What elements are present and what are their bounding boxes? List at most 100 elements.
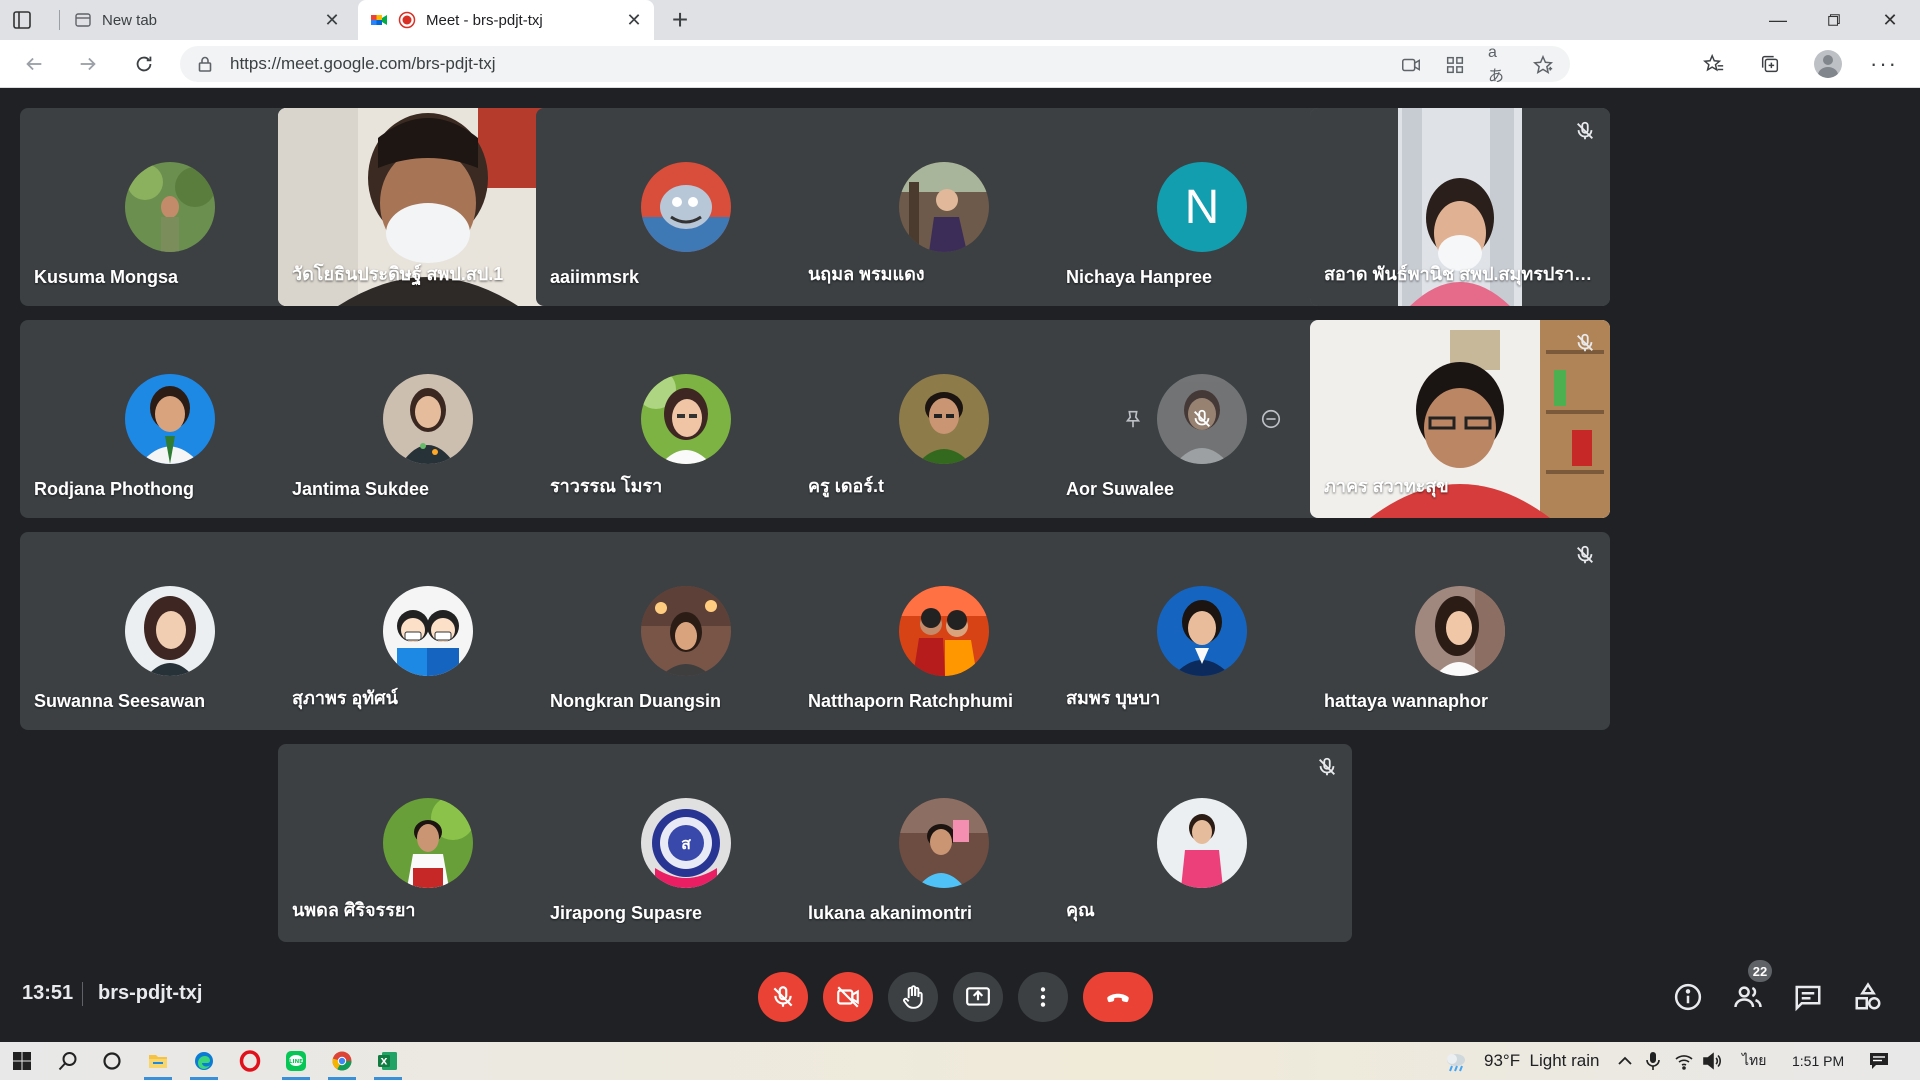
toggle-camera-button[interactable] xyxy=(823,972,873,1022)
participant-tile[interactable]: สอาด พันธ์พานิช สพป.สมุทรปราก... xyxy=(1310,108,1610,306)
participant-grid: Kusuma Mongsa ••• วัดโยธินประดิษฐ์ สพป.ส… xyxy=(20,108,1900,944)
chevron-up-icon[interactable] xyxy=(1616,1052,1634,1070)
participant-tile[interactable]: ราวรรณ โมรา xyxy=(536,320,836,518)
cortana-button[interactable] xyxy=(90,1042,134,1080)
people-icon[interactable] xyxy=(1730,979,1766,1015)
participant-tile[interactable]: ครู เดอร์.t xyxy=(794,320,1094,518)
read-aloud-icon[interactable]: aあ xyxy=(1488,44,1510,85)
more-options-button[interactable] xyxy=(1018,972,1068,1022)
present-screen-button[interactable] xyxy=(953,972,1003,1022)
tab-meet[interactable]: Meet - brs-pdjt-txj ✕ xyxy=(358,0,654,40)
participant-tile[interactable]: สมพร บุษบา xyxy=(1052,532,1352,730)
volume-icon[interactable] xyxy=(1702,1051,1722,1071)
back-arrow-icon[interactable] xyxy=(18,48,50,80)
raise-hand-button[interactable] xyxy=(888,972,938,1022)
svg-text:X: X xyxy=(381,1058,388,1068)
meeting-details-icon[interactable] xyxy=(1670,979,1706,1015)
participant-tile[interactable]: ภาคร สวาทะสุข xyxy=(1310,320,1610,518)
activities-icon[interactable] xyxy=(1850,979,1886,1015)
mic-off-icon xyxy=(1574,544,1596,566)
lock-icon[interactable] xyxy=(196,55,214,73)
weather-icon[interactable] xyxy=(1444,1050,1468,1072)
participant-name: lukana akanimontri xyxy=(808,903,973,923)
participant-name: Kusuma Mongsa xyxy=(34,267,179,287)
profile-avatar[interactable] xyxy=(1812,48,1844,80)
url-text: https://meet.google.com/brs-pdjt-txj xyxy=(230,54,496,73)
participant-name: Aor Suwalee xyxy=(1066,479,1175,499)
tab-actions-icon[interactable] xyxy=(10,8,34,32)
participant-tile[interactable]: ส Jirapong Supasre xyxy=(536,744,836,942)
leave-call-button[interactable] xyxy=(1083,972,1153,1022)
start-button[interactable] xyxy=(0,1042,44,1080)
participant-avatar xyxy=(1157,798,1247,888)
participant-tile[interactable]: Kusuma Mongsa xyxy=(20,108,320,306)
input-language[interactable]: ไทย xyxy=(1742,1042,1766,1080)
participant-tile[interactable]: นพดล ศิริจรรยา xyxy=(278,744,578,942)
participant-tile[interactable]: สุภาพร อุทัศน์ xyxy=(278,532,578,730)
add-favorite-star-icon[interactable] xyxy=(1532,54,1554,76)
participant-tile[interactable]: aaiimmsrk xyxy=(536,108,836,306)
hang-up-icon xyxy=(1105,984,1131,1010)
participant-tile[interactable]: คุณ xyxy=(1052,744,1352,942)
participant-tile[interactable]: hattaya wannaphor xyxy=(1310,532,1610,730)
recording-icon xyxy=(398,11,416,29)
participant-tile[interactable]: ••• วัดโยธินประดิษฐ์ สพป.สป.1 xyxy=(278,108,578,306)
restore-window-button[interactable] xyxy=(1806,0,1862,40)
browser-tab-strip: New tab ✕ Meet - brs-pdjt-txj ✕ + — ✕ xyxy=(0,0,1920,40)
participant-tile[interactable]: Suwanna Seesawan xyxy=(20,532,320,730)
favorites-icon[interactable] xyxy=(1698,48,1730,80)
minimize-window-button[interactable]: — xyxy=(1750,0,1806,40)
weather-text[interactable]: 93°F Light rain xyxy=(1484,1042,1599,1080)
taskbar-edge[interactable] xyxy=(182,1042,226,1080)
microphone-tray-icon[interactable] xyxy=(1644,1051,1662,1071)
pin-icon[interactable] xyxy=(1122,408,1144,430)
toggle-microphone-button[interactable] xyxy=(758,972,808,1022)
mic-off-icon xyxy=(1574,120,1596,142)
meeting-code: brs-pdjt-txj xyxy=(98,982,203,1004)
participant-tile[interactable]: Rodjana Phothong xyxy=(20,320,320,518)
wifi-icon[interactable] xyxy=(1674,1051,1694,1071)
chat-icon[interactable] xyxy=(1790,979,1826,1015)
edge-icon xyxy=(193,1050,215,1072)
line-app-icon: LINE xyxy=(285,1050,307,1072)
forward-arrow-icon[interactable] xyxy=(72,48,104,80)
apps-grid-icon[interactable] xyxy=(1444,54,1466,76)
participant-tile[interactable]: N Nichaya Hanpree xyxy=(1052,108,1352,306)
participant-tile[interactable]: Natthaporn Ratchphumi xyxy=(794,532,1094,730)
remove-participant-icon[interactable] xyxy=(1260,408,1282,430)
participant-avatar xyxy=(899,162,989,252)
present-screen-icon xyxy=(965,984,991,1010)
collections-icon[interactable] xyxy=(1754,48,1786,80)
taskbar-file-explorer[interactable] xyxy=(136,1042,180,1080)
divider xyxy=(82,982,83,1006)
taskbar-line[interactable]: LINE xyxy=(274,1042,318,1080)
participant-tile[interactable]: Aor Suwalee xyxy=(1052,320,1352,518)
notifications-icon[interactable] xyxy=(1868,1051,1890,1071)
settings-more-icon[interactable]: ··· xyxy=(1868,48,1900,80)
participant-name: Jantima Sukdee xyxy=(292,479,430,499)
close-window-button[interactable]: ✕ xyxy=(1862,0,1918,40)
system-clock[interactable]: 1:51 PM xyxy=(1792,1042,1844,1080)
participant-tile[interactable]: Jantima Sukdee xyxy=(278,320,578,518)
tab-new-tab[interactable]: New tab ✕ xyxy=(62,0,352,40)
participant-name: นพดล ศิริจรรยา xyxy=(292,900,416,920)
camera-in-use-icon[interactable] xyxy=(1400,54,1422,76)
participant-count-badge: 22 xyxy=(1748,960,1772,982)
new-tab-button[interactable]: + xyxy=(664,4,696,36)
taskbar-chrome[interactable] xyxy=(320,1042,364,1080)
participant-tile[interactable]: lukana akanimontri xyxy=(794,744,1094,942)
browser-toolbar: https://meet.google.com/brs-pdjt-txj aあ … xyxy=(0,40,1920,88)
taskbar-opera[interactable] xyxy=(228,1042,272,1080)
camera-off-icon xyxy=(835,984,861,1010)
participant-tile[interactable]: นฤมล พรมแดง xyxy=(794,108,1094,306)
participant-tile[interactable]: Nongkran Duangsin xyxy=(536,532,836,730)
close-tab-icon[interactable]: ✕ xyxy=(620,6,648,34)
mute-participant-icon[interactable] xyxy=(1191,408,1213,430)
address-bar[interactable]: https://meet.google.com/brs-pdjt-txj aあ xyxy=(180,44,1570,85)
close-tab-icon[interactable]: ✕ xyxy=(318,6,346,34)
refresh-icon[interactable] xyxy=(128,48,160,80)
search-button[interactable] xyxy=(46,1042,90,1080)
taskbar-excel[interactable]: X xyxy=(366,1042,410,1080)
participant-name: Nongkran Duangsin xyxy=(550,691,722,711)
participant-avatar xyxy=(899,374,989,464)
